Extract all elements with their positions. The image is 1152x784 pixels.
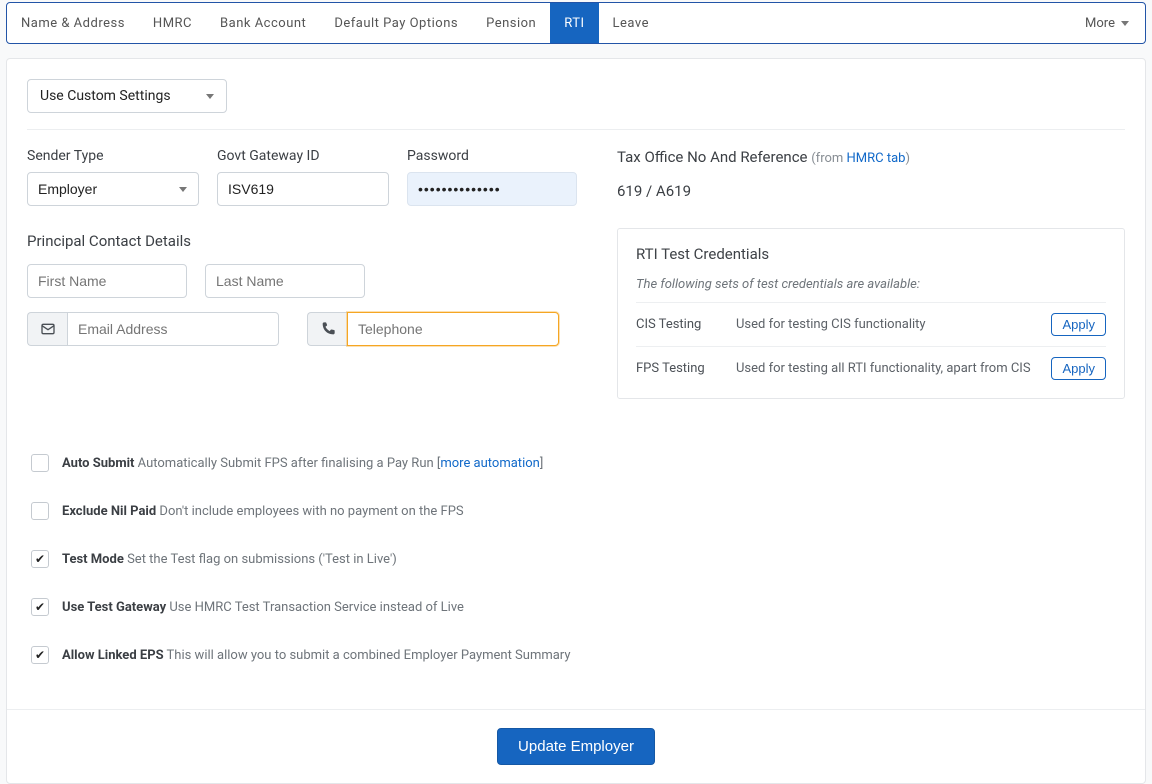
credential-name: FPS Testing bbox=[636, 347, 736, 391]
gateway-id-input[interactable] bbox=[217, 172, 389, 206]
test-mode-checkbox[interactable] bbox=[31, 550, 49, 568]
auto-submit-text: Auto Submit Automatically Submit FPS aft… bbox=[62, 456, 543, 471]
tax-ref-from-prefix: (from bbox=[811, 151, 846, 166]
tax-ref-value: 619 / A619 bbox=[617, 182, 1125, 200]
tab-default-pay-options[interactable]: Default Pay Options bbox=[320, 3, 472, 43]
exclude-nil-text: Exclude Nil Paid Don't include employees… bbox=[62, 504, 464, 519]
rti-credentials-subtitle: The following sets of test credentials a… bbox=[636, 277, 1106, 292]
credential-row: FPS Testing Used for testing all RTI fun… bbox=[636, 347, 1106, 391]
password-label: Password bbox=[407, 148, 577, 164]
sender-type-label: Sender Type bbox=[27, 148, 199, 164]
email-icon bbox=[27, 312, 67, 346]
rti-credentials-title: RTI Test Credentials bbox=[636, 245, 1106, 263]
tab-bank-account[interactable]: Bank Account bbox=[206, 3, 320, 43]
tab-bar: Name & Address HMRC Bank Account Default… bbox=[6, 2, 1146, 44]
credential-name: CIS Testing bbox=[636, 303, 736, 347]
tab-rti[interactable]: RTI bbox=[550, 3, 598, 43]
tab-more-label: More bbox=[1085, 16, 1115, 31]
gateway-id-label: Govt Gateway ID bbox=[217, 148, 389, 164]
rti-credentials-box: RTI Test Credentials The following sets … bbox=[617, 228, 1125, 399]
tax-ref-link[interactable]: HMRC tab bbox=[847, 151, 906, 166]
tab-name-address[interactable]: Name & Address bbox=[7, 3, 139, 43]
email-input[interactable] bbox=[67, 312, 279, 346]
chevron-down-icon bbox=[206, 94, 214, 99]
divider bbox=[27, 129, 1125, 130]
allow-linked-eps-text: Allow Linked EPS This will allow you to … bbox=[62, 648, 570, 663]
chevron-down-icon bbox=[1121, 21, 1129, 26]
use-gateway-text: Use Test Gateway Use HMRC Test Transacti… bbox=[62, 600, 464, 615]
apply-button-cis[interactable]: Apply bbox=[1051, 313, 1106, 336]
auto-submit-checkbox[interactable] bbox=[31, 454, 49, 472]
tax-ref-from-suffix: ) bbox=[905, 151, 910, 166]
chevron-down-icon bbox=[179, 187, 187, 192]
allow-linked-eps-checkbox[interactable] bbox=[31, 646, 49, 664]
exclude-nil-checkbox[interactable] bbox=[31, 502, 49, 520]
settings-mode-label: Use Custom Settings bbox=[40, 88, 171, 104]
password-input[interactable] bbox=[407, 172, 577, 206]
first-name-input[interactable] bbox=[27, 264, 187, 298]
tab-spacer bbox=[663, 3, 1069, 43]
update-employer-button[interactable]: Update Employer bbox=[497, 728, 655, 765]
contact-title: Principal Contact Details bbox=[27, 232, 577, 250]
credential-desc: Used for testing all RTI functionality, … bbox=[736, 347, 1046, 391]
tax-ref-label: Tax Office No And Reference bbox=[617, 148, 808, 166]
tab-leave[interactable]: Leave bbox=[599, 3, 663, 43]
tab-more[interactable]: More bbox=[1069, 3, 1145, 43]
tab-hmrc[interactable]: HMRC bbox=[139, 3, 206, 43]
telephone-input[interactable] bbox=[347, 312, 559, 346]
more-automation-link[interactable]: more automation bbox=[440, 456, 539, 471]
tab-pension[interactable]: Pension bbox=[472, 3, 550, 43]
test-mode-text: Test Mode Set the Test flag on submissio… bbox=[62, 552, 397, 567]
last-name-input[interactable] bbox=[205, 264, 365, 298]
credential-desc: Used for testing CIS functionality bbox=[736, 303, 1046, 347]
main-panel: Use Custom Settings Sender Type Employer… bbox=[6, 58, 1146, 784]
use-gateway-checkbox[interactable] bbox=[31, 598, 49, 616]
phone-icon bbox=[307, 312, 347, 346]
sender-type-select[interactable]: Employer bbox=[27, 172, 199, 206]
settings-mode-dropdown[interactable]: Use Custom Settings bbox=[27, 79, 227, 113]
apply-button-fps[interactable]: Apply bbox=[1051, 357, 1106, 380]
credential-row: CIS Testing Used for testing CIS functio… bbox=[636, 303, 1106, 347]
footer-bar: Update Employer bbox=[7, 709, 1145, 783]
